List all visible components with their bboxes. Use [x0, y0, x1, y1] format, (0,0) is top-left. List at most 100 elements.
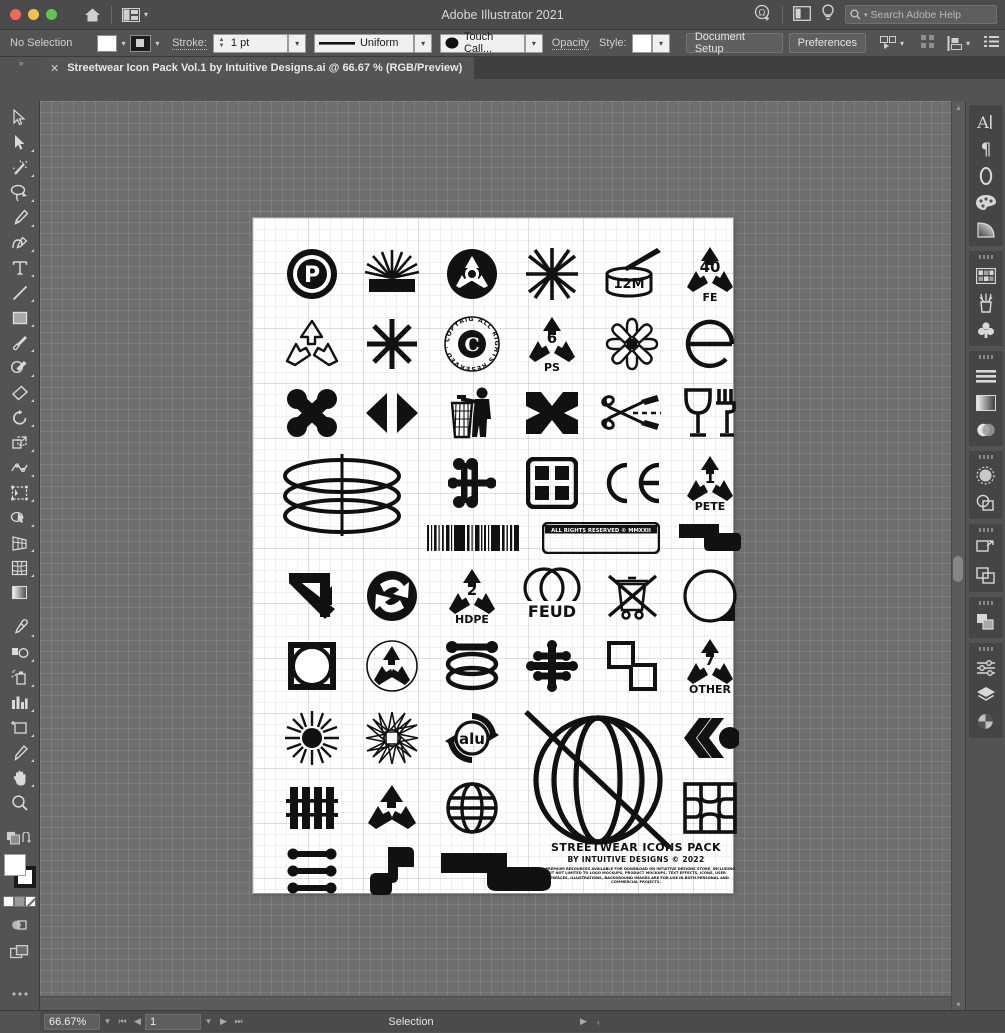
chevron-down-icon[interactable]: ▾ — [144, 10, 148, 19]
stroke-profile-select[interactable]: Uniform — [314, 34, 414, 53]
panel-drag-grip-5[interactable] — [979, 601, 993, 605]
tool-zoom[interactable] — [3, 790, 37, 815]
glyphs-panel-icon[interactable] — [971, 162, 1001, 189]
artwork-icon-square-maze[interactable] — [671, 775, 749, 841]
artwork-icon-recycle-thin-circle[interactable] — [351, 633, 433, 699]
zoom-level-input[interactable]: 66.67% — [44, 1014, 100, 1030]
artwork-icon-recycle-2-hdpe[interactable]: 2HDPE — [431, 563, 513, 629]
artboard[interactable]: P 12M 40FE — [253, 218, 733, 893]
tool-free-transform[interactable] — [3, 480, 37, 505]
tool-gradient[interactable] — [3, 580, 37, 605]
tool-pen[interactable] — [3, 205, 37, 230]
stroke-weight-input[interactable]: ▲▼ 1 pt — [213, 34, 288, 53]
tool-hand[interactable] — [3, 765, 37, 790]
panel-options-icon[interactable] — [984, 35, 999, 51]
artwork-icon-recycle-7-other[interactable]: 7OTHER — [671, 633, 749, 699]
chevron-down-icon[interactable]: ▾ — [900, 39, 904, 48]
character-panel-icon[interactable]: A — [971, 108, 1001, 135]
fill-stroke-controls[interactable] — [3, 825, 37, 850]
artwork-icon-globe-grid[interactable] — [431, 775, 513, 841]
align-panel-icon[interactable] — [971, 562, 1001, 589]
artwork-icon-x-cross-thick[interactable] — [511, 380, 593, 446]
next-artboard-icon[interactable]: ▶ — [216, 1016, 231, 1027]
distribute-objects-group[interactable]: ▾ — [947, 36, 970, 51]
minimize-window-button[interactable] — [28, 9, 39, 20]
artwork-icon-asterisk-star[interactable] — [511, 240, 593, 308]
tool-symbol-sprayer[interactable] — [3, 665, 37, 690]
paragraph-panel-icon[interactable]: ¶ — [971, 135, 1001, 162]
stroke-color-swatch[interactable] — [130, 35, 150, 52]
artwork-icon-recycle-arrow-circle[interactable] — [351, 563, 433, 629]
play-icon[interactable]: ▶ — [576, 1016, 591, 1027]
vertical-scrollbar-thumb[interactable] — [953, 556, 963, 582]
none-swatch-icon[interactable] — [25, 896, 36, 907]
tool-artboard[interactable] — [3, 715, 37, 740]
artwork-icon-sunburst-bar[interactable] — [351, 240, 433, 308]
previous-artboard-icon[interactable]: ◀ — [130, 1016, 145, 1027]
fill-stroke-swatches[interactable] — [3, 854, 37, 890]
transform-panel-icon[interactable] — [971, 535, 1001, 562]
window-traffic-lights[interactable] — [0, 9, 57, 20]
transparency-panel-icon[interactable] — [971, 416, 1001, 443]
tool-eraser[interactable] — [3, 380, 37, 405]
artwork-icon-dot-cross-plus[interactable] — [511, 633, 593, 699]
tool-direct-selection[interactable] — [3, 130, 37, 155]
artwork-icon-arrow-down-right[interactable] — [271, 563, 353, 629]
tool-column-graph[interactable] — [3, 690, 37, 715]
artwork-icon-recycle-6-ps[interactable]: 6PS — [511, 310, 593, 378]
artwork-icon-copyright-seal[interactable]: C ALL RIGHTS RESERVED · COPYRIGHTED · — [431, 310, 513, 378]
artboard-chevron-down-icon[interactable]: ▾ — [201, 1016, 216, 1027]
artwork-icon-globe-crossed[interactable] — [506, 701, 691, 851]
panel-drag-grip-3[interactable] — [979, 455, 993, 459]
screen-mode-icon[interactable] — [3, 940, 37, 965]
tool-scale[interactable] — [3, 430, 37, 455]
horizontal-scrollbar[interactable] — [40, 996, 951, 1010]
tool-mesh[interactable] — [3, 555, 37, 580]
first-artboard-icon[interactable]: ⏮ — [115, 1016, 130, 1027]
tool-magic-wand[interactable] — [3, 155, 37, 180]
chevron-down-icon[interactable]: ▾ — [864, 11, 868, 19]
artwork-icon-four-pane-window[interactable] — [511, 450, 593, 516]
scroll-down-icon[interactable]: ▾ — [952, 998, 965, 1010]
artwork-icon-coil-spring[interactable] — [271, 450, 436, 540]
tool-width[interactable] — [3, 455, 37, 480]
artwork-icon-dispose-in-bin[interactable] — [431, 380, 513, 446]
graphic-styles-panel-icon[interactable] — [971, 489, 1001, 516]
stroke-swatch-chevron-down-icon[interactable]: ▾ — [151, 35, 164, 52]
tool-perspective-grid[interactable] — [3, 530, 37, 555]
artwork-icon-can-12m[interactable]: 12M — [591, 240, 673, 308]
artwork-icon-barcode[interactable] — [418, 518, 528, 558]
tool-type[interactable] — [3, 255, 37, 280]
fill-swatch-chevron-down-icon[interactable]: ▾ — [117, 35, 130, 52]
close-icon[interactable]: ✕ — [50, 62, 59, 75]
artwork-icon-offset-squares[interactable] — [591, 633, 673, 699]
maximize-window-button[interactable] — [46, 9, 57, 20]
color-panel-icon[interactable] — [971, 189, 1001, 216]
brush-definition-select[interactable]: Touch Call... — [440, 34, 525, 53]
properties-panel-icon[interactable] — [971, 654, 1001, 681]
graphic-style-chevron-down-icon[interactable]: ▾ — [652, 34, 670, 53]
tool-rotate[interactable] — [3, 405, 37, 430]
user-account-icon[interactable]: Ω — [754, 4, 772, 25]
drawing-mode-icon[interactable] — [3, 913, 37, 938]
artwork-icon-sun-burst-outline[interactable] — [351, 705, 433, 771]
brush-definition-chevron-down-icon[interactable]: ▾ — [525, 34, 543, 53]
gradient-panel-icon[interactable] — [971, 389, 1001, 416]
artwork-icon-bone-ellipses[interactable] — [431, 633, 513, 699]
artwork-icon-rights-reserved-plate[interactable]: ALL RIGHTS RESERVED © MMXXII — [536, 518, 666, 558]
artwork-icon-bone-cross[interactable] — [431, 450, 513, 516]
gradient-swatch-icon[interactable] — [14, 896, 25, 907]
opacity-label[interactable]: Opacity — [552, 37, 589, 50]
workspace-layout-icon[interactable]: ▾ — [118, 6, 152, 24]
panel-drag-grip-6[interactable] — [979, 647, 993, 651]
stroke-panel-icon[interactable] — [971, 362, 1001, 389]
artwork-icon-feud-rings[interactable]: FEUD — [511, 563, 593, 629]
artwork-icon-recycle-40-fe[interactable]: 40FE — [671, 240, 749, 308]
artwork-icon-recycle-1-pete[interactable]: 1PETE — [671, 450, 749, 516]
artwork-icon-flower-outline[interactable] — [591, 310, 673, 378]
artwork-icon-chevrons-dot[interactable] — [671, 705, 749, 771]
artwork-icon-asterisk-8[interactable] — [351, 310, 433, 378]
color-guide-panel-icon[interactable] — [971, 216, 1001, 243]
artwork-icon-recycle-outline[interactable] — [271, 310, 353, 378]
fill-swatch-large[interactable] — [4, 854, 26, 876]
